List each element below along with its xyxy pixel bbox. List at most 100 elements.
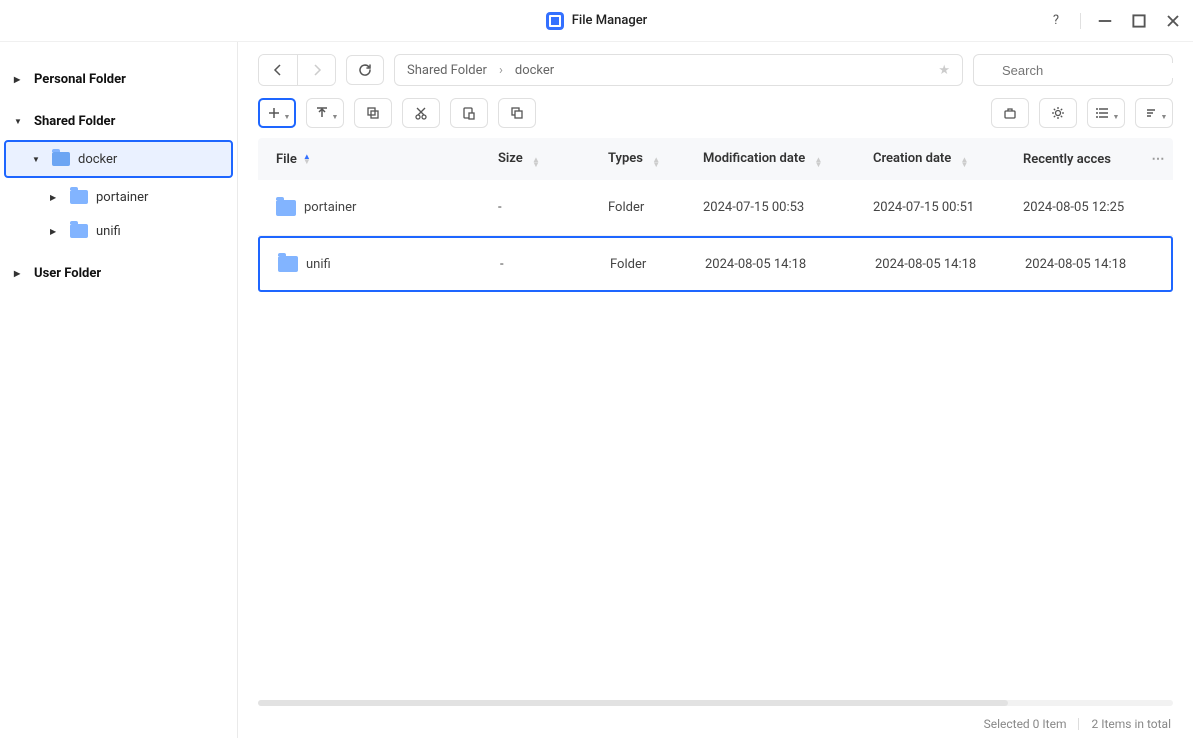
sort-icon: ▲▼ (303, 154, 311, 164)
chevron-down-icon (14, 116, 24, 127)
forward-button[interactable] (297, 55, 335, 85)
breadcrumb[interactable]: Shared Folder docker ★ (394, 54, 963, 86)
sidebar-item-user-folder[interactable]: User Folder (0, 256, 237, 290)
paste-button[interactable] (450, 98, 488, 128)
column-header-access[interactable]: Recently acces (1023, 152, 1143, 167)
back-button[interactable] (259, 55, 297, 85)
cell-type: Folder (610, 257, 705, 272)
sort-icon: ▲▼ (652, 157, 660, 167)
folder-icon (52, 152, 70, 166)
chevron-down-icon: ▼ (1161, 113, 1168, 121)
copy-button[interactable] (354, 98, 392, 128)
titlebar-center: File Manager (546, 12, 648, 30)
cell-create: 2024-08-05 14:18 (875, 257, 1025, 272)
cell-size: - (500, 257, 610, 272)
cell-access: 2024-08-05 12:25 (1023, 200, 1143, 215)
settings-button[interactable] (1039, 98, 1077, 128)
file-name: unifi (306, 257, 331, 272)
sort-icon: ▲▼ (961, 157, 969, 167)
sidebar: Personal Folder Shared Folder docker por… (0, 42, 238, 738)
app-title: File Manager (572, 13, 648, 28)
column-header-more[interactable]: ⋯ (1143, 152, 1173, 167)
search-box[interactable] (973, 54, 1173, 86)
minimize-button[interactable] (1095, 11, 1115, 31)
help-button[interactable]: ? (1046, 11, 1066, 31)
column-header-modification[interactable]: Modification date ▲▼ (703, 151, 873, 167)
breadcrumb-segment[interactable]: docker (515, 63, 554, 78)
file-table: File ▲▼ Size ▲▼ Types ▲▼ Modification da… (238, 138, 1193, 698)
sidebar-item-label: portainer (96, 190, 148, 205)
chevron-right-icon (50, 192, 60, 203)
refresh-button[interactable] (346, 55, 384, 85)
cell-size: - (498, 200, 608, 215)
content-area: Shared Folder docker ★ ▼ (238, 42, 1193, 738)
folder-icon (70, 224, 88, 238)
sidebar-item-shared-folder[interactable]: Shared Folder (0, 104, 237, 138)
chevron-down-icon: ▼ (1113, 113, 1120, 121)
chevron-down-icon: ▼ (332, 113, 339, 121)
cell-mod: 2024-07-15 00:53 (703, 200, 873, 215)
star-icon[interactable]: ★ (938, 63, 950, 78)
folder-icon (278, 256, 298, 272)
sidebar-item-label: User Folder (34, 266, 101, 281)
main-layout: Personal Folder Shared Folder docker por… (0, 42, 1193, 738)
column-header-file[interactable]: File ▲▼ (258, 152, 498, 167)
statusbar: Selected 0 Item 2 Items in total (238, 710, 1193, 738)
status-divider (1078, 718, 1079, 730)
cell-create: 2024-07-15 00:51 (873, 200, 1023, 215)
toolbar-nav-row: Shared Folder docker ★ (238, 42, 1193, 92)
sidebar-item-label: docker (78, 152, 117, 167)
toolbar-action-row: ▼ ▼ (238, 92, 1193, 138)
column-header-type[interactable]: Types ▲▼ (608, 151, 703, 167)
sidebar-item-unifi[interactable]: unifi (0, 214, 237, 248)
table-header: File ▲▼ Size ▲▼ Types ▲▼ Modification da… (258, 138, 1173, 180)
sort-icon: ▲▼ (532, 157, 540, 167)
search-input[interactable] (1002, 63, 1178, 78)
status-total: 2 Items in total (1091, 717, 1171, 731)
upload-button[interactable]: ▼ (306, 98, 344, 128)
cell-file: unifi (260, 256, 500, 272)
titlebar-divider (1080, 13, 1081, 29)
toolbox-button[interactable] (991, 98, 1029, 128)
view-list-button[interactable]: ▼ (1087, 98, 1125, 128)
cell-type: Folder (608, 200, 703, 215)
chevron-right-icon (497, 63, 505, 78)
sidebar-item-label: Shared Folder (34, 114, 115, 129)
app-window: File Manager ? Personal Folder Sha (0, 0, 1193, 738)
status-selected: Selected 0 Item (984, 717, 1067, 731)
new-button[interactable]: ▼ (258, 98, 296, 128)
cell-file: portainer (258, 200, 498, 216)
column-header-creation[interactable]: Creation date ▲▼ (873, 151, 1023, 167)
sort-button[interactable]: ▼ (1135, 98, 1173, 128)
open-window-button[interactable] (498, 98, 536, 128)
table-row[interactable]: unifi - Folder 2024-08-05 14:18 2024-08-… (258, 236, 1173, 292)
cell-access: 2024-08-05 14:18 (1025, 257, 1145, 272)
breadcrumb-segment[interactable]: Shared Folder (407, 63, 487, 78)
sort-icon: ▲▼ (814, 157, 822, 167)
table-row[interactable]: portainer - Folder 2024-07-15 00:53 2024… (258, 180, 1173, 236)
folder-icon (276, 200, 296, 216)
titlebar-controls: ? (1046, 11, 1183, 31)
close-button[interactable] (1163, 11, 1183, 31)
chevron-down-icon: ▼ (284, 113, 291, 121)
sidebar-item-portainer[interactable]: portainer (0, 180, 237, 214)
file-name: portainer (304, 200, 356, 215)
chevron-right-icon (50, 226, 60, 237)
cut-button[interactable] (402, 98, 440, 128)
horizontal-scrollbar[interactable] (258, 700, 1173, 706)
sidebar-item-personal-folder[interactable]: Personal Folder (0, 62, 237, 96)
column-header-size[interactable]: Size ▲▼ (498, 151, 608, 167)
folder-icon (70, 190, 88, 204)
scrollbar-thumb[interactable] (258, 700, 1008, 706)
cell-mod: 2024-08-05 14:18 (705, 257, 875, 272)
chevron-right-icon (14, 74, 24, 85)
nav-group (258, 54, 336, 86)
titlebar: File Manager ? (0, 0, 1193, 42)
sidebar-item-label: Personal Folder (34, 72, 126, 87)
chevron-right-icon (14, 268, 24, 279)
maximize-button[interactable] (1129, 11, 1149, 31)
sidebar-item-docker[interactable]: docker (4, 140, 233, 178)
sidebar-item-label: unifi (96, 224, 121, 239)
chevron-down-icon (32, 154, 42, 165)
app-icon (546, 12, 564, 30)
